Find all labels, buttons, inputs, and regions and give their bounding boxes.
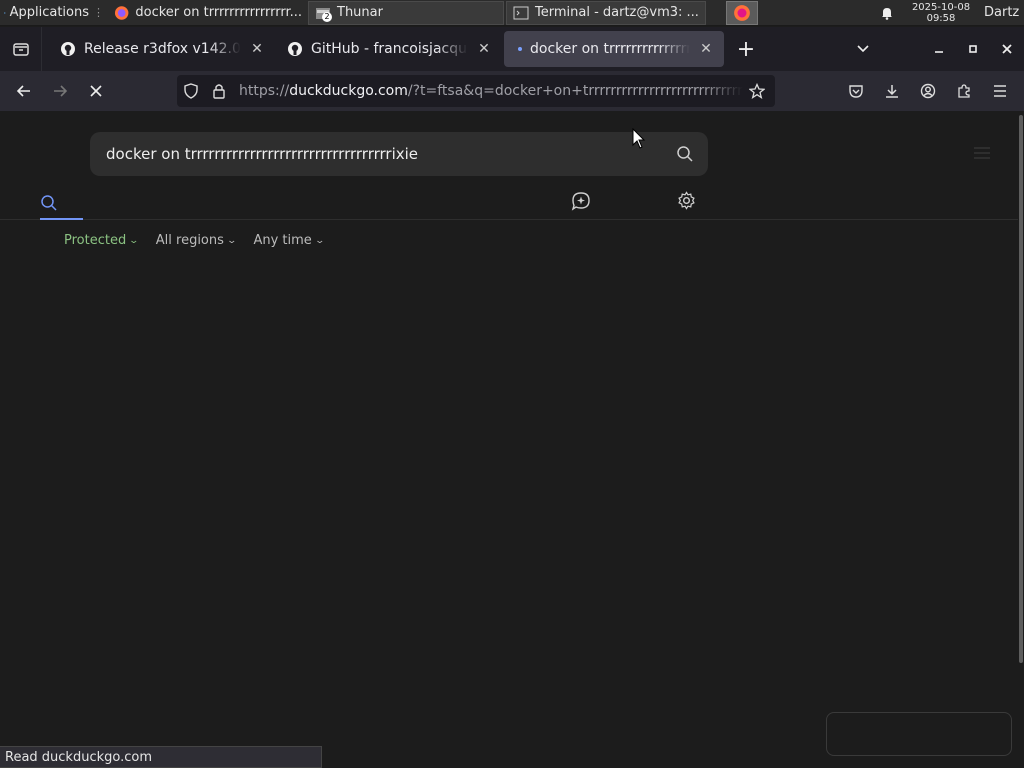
status-bar: Read duckduckgo.com [0,746,322,768]
task-label: docker on trrrrrrrrrrrrrrrr... [135,5,302,20]
tab-release-r3dfox[interactable]: Release r3dfox v142.0.1 · Eclipse ✕ [50,31,275,67]
minimize-icon [935,51,943,53]
search-tabs [0,185,1018,220]
list-all-tabs-button[interactable] [846,32,880,66]
task-label: Thunar [337,5,383,20]
firefox-launcher[interactable] [726,0,758,25]
tab-strip: Release r3dfox v142.0.1 · Eclipse ✕ GitH… [0,27,1024,71]
new-tab-button[interactable]: + [728,31,764,67]
filter-label: All regions [155,233,224,248]
close-window-button[interactable] [990,32,1024,66]
firefox-view-icon [12,43,29,56]
download-icon [886,85,898,98]
bookmark-star-icon[interactable] [743,83,771,99]
time-dropdown[interactable]: Any time ⌄ [253,233,325,248]
app-menu-button[interactable] [982,75,1018,107]
arrow-right-icon [54,85,68,97]
region-dropdown[interactable]: All regions ⌄ [155,233,237,248]
url-prefix: https:// [239,83,290,99]
lock-icon[interactable] [205,83,233,99]
window-count-badge: 2 [322,11,332,22]
pocket-icon [849,85,863,98]
plus-icon: + [736,36,756,62]
search-input[interactable]: docker on trrrrrrrrrrrrrrrrrrrrrrrrrrrrr… [106,145,676,163]
search-box[interactable]: docker on trrrrrrrrrrrrrrrrrrrrrrrrrrrrr… [90,132,708,176]
firefox-icon [114,5,129,20]
tab-duck-ai[interactable] [571,191,591,215]
tab-all-results[interactable] [40,189,83,220]
stop-button[interactable] [78,75,114,107]
clock[interactable]: 2025-10-08 09:58 [906,2,976,24]
gear-icon [678,191,695,210]
folder-icon: 2 [315,5,332,22]
pocket-button[interactable] [838,75,874,107]
ai-chat-icon [571,192,590,211]
minimize-button[interactable] [922,32,956,66]
user-menu[interactable]: Dartz [984,5,1024,20]
page-scrollbar[interactable] [1018,111,1024,768]
close-icon [1002,44,1012,54]
task-thunar[interactable]: 2 Thunar [308,0,504,25]
tab-title: Release r3dfox v142.0.1 · Eclipse [84,41,241,57]
tab-docker-search[interactable]: docker on trrrrrrrrrrrrrrrrrrrrrrrrrrrix… [504,31,724,67]
applications-label: Applications [9,5,89,20]
settings-button[interactable] [677,191,696,214]
clock-date: 2025-10-08 [911,1,971,13]
feedback-panel[interactable] [826,712,1012,756]
extensions-button[interactable] [946,75,982,107]
search-icon [41,195,57,211]
filter-label: Protected [64,233,127,248]
account-button[interactable] [910,75,946,107]
navigation-toolbar: https://duckduckgo.com/?t=ftsa&q=docker+… [0,71,1024,111]
firefox-view-button[interactable] [0,27,42,71]
chevron-down-icon: ⌄ [314,235,325,246]
puzzle-icon [958,84,970,98]
forward-button[interactable] [42,75,78,107]
maximize-button[interactable] [956,32,990,66]
downloads-button[interactable] [874,75,910,107]
task-terminal[interactable]: Terminal - dartz@vm3: ... [506,0,706,25]
hamburger-menu-icon [994,85,1006,97]
menu-grip-icon: ⋮ [93,6,104,19]
tab-title: docker on trrrrrrrrrrrrrrrrrrrrrrrrrrrix… [530,41,690,57]
chevron-down-icon: ⌄ [128,235,140,246]
chevron-down-icon: ⌄ [226,235,237,246]
maximize-icon [969,45,977,53]
applications-menu[interactable]: Applications ⋮ [0,0,108,26]
page-menu-icon[interactable] [974,147,990,159]
url-text: https://duckduckgo.com/?t=ftsa&q=docker+… [239,83,743,99]
filter-label: Any time [253,233,312,248]
loading-dot-icon [518,47,522,51]
chevron-down-icon [857,45,869,53]
account-icon [920,83,936,99]
mouse-cursor-icon [632,128,646,149]
taskbar: Applications ⋮ docker on trrrrrrrrrrrrrr… [0,0,1024,26]
arrow-left-icon [16,85,30,97]
tab-github-rosariosis[interactable]: GitHub - francoisjacquet/rosariosis ✕ [277,31,502,67]
github-icon [61,42,75,56]
xfce-logo-icon [4,11,6,14]
tab-title: GitHub - francoisjacquet/rosariosis [311,41,468,57]
notification-bell-icon[interactable] [880,6,894,20]
stop-icon [90,85,102,97]
page-content: docker on trrrrrrrrrrrrrrrrrrrrrrrrrrrrr… [0,111,1018,768]
close-tab-icon[interactable]: ✕ [698,41,714,57]
back-button[interactable] [6,75,42,107]
search-filters: Protected ⌄ All regions ⌄ Any time ⌄ [64,233,325,248]
github-icon [288,42,302,56]
terminal-icon [513,6,529,19]
url-path: /?t=ftsa&q=docker+on+trrrrrrrrrrrrrrrrrr… [407,83,743,99]
url-host: duckduckgo.com [289,83,408,99]
task-firefox[interactable]: docker on trrrrrrrrrrrrrrrr... [108,1,308,25]
tracking-protection-shield-icon[interactable] [177,83,205,99]
safe-search-dropdown[interactable]: Protected ⌄ [64,233,140,248]
close-tab-icon[interactable]: ✕ [476,41,492,57]
firefox-icon [734,4,750,21]
clock-time: 09:58 [926,12,956,24]
scrollbar-thumb[interactable] [1019,115,1023,663]
url-bar[interactable]: https://duckduckgo.com/?t=ftsa&q=docker+… [177,75,775,107]
search-icon[interactable] [676,145,694,163]
task-label: Terminal - dartz@vm3: ... [535,5,699,20]
close-tab-icon[interactable]: ✕ [249,41,265,57]
